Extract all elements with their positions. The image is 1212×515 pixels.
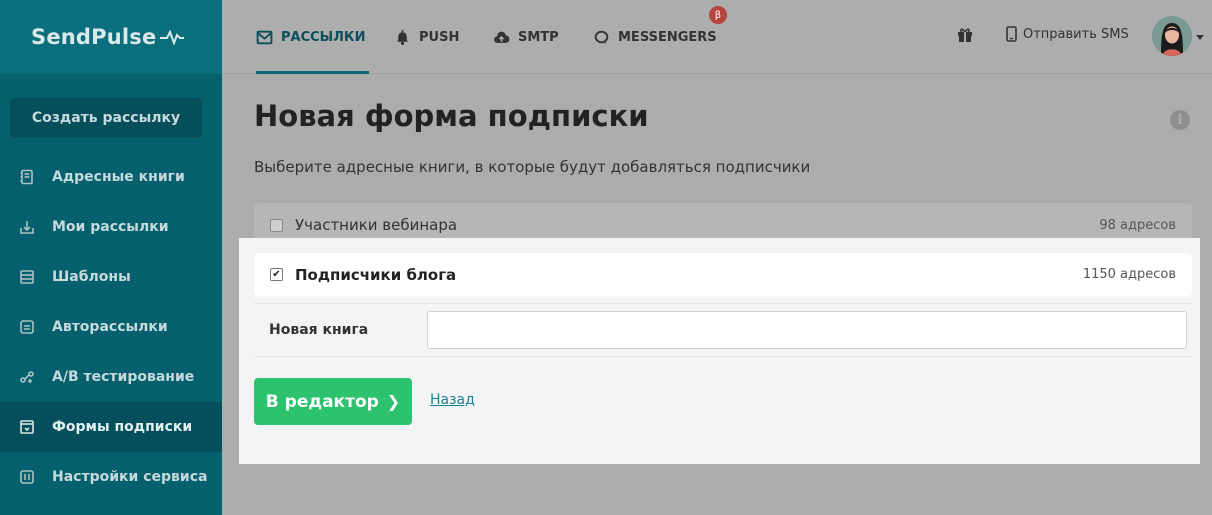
avatar[interactable] <box>1152 16 1192 56</box>
page-title: Новая форма подписки <box>254 99 649 133</box>
sidebar-item-label: Авторассылки <box>52 319 168 335</box>
chat-icon <box>594 30 609 44</box>
sidebar-item-address-books[interactable]: Адресные книги <box>0 152 222 202</box>
sidebar-item-label: Адресные книги <box>52 169 185 185</box>
sidebar-item-label: A/B тестирование <box>52 369 195 385</box>
address-book-icon <box>18 168 36 186</box>
sidebar-item-label: Мои рассылки <box>52 219 169 235</box>
new-book-input[interactable] <box>427 311 1187 349</box>
back-link[interactable]: Назад <box>430 392 475 408</box>
page-subtitle: Выберите адресные книги, в которые будут… <box>254 158 811 176</box>
sidebar-item-ab-testing[interactable]: A/B тестирование <box>0 352 222 402</box>
sidebar-item-automation[interactable]: Авторассылки <box>0 302 222 352</box>
phone-icon <box>1006 26 1017 42</box>
settings-icon <box>18 468 36 486</box>
beta-badge: β <box>709 6 727 24</box>
sidebar: SendPulse Создать рассылку Адресные книг… <box>0 0 222 515</box>
address-book-row[interactable]: ✔ Подписчики блога 1150 адресов <box>254 253 1192 296</box>
tab-smtp[interactable]: SMTP <box>493 0 559 74</box>
tab-mailings[interactable]: РАССЫЛКИ <box>256 0 369 74</box>
send-sms-link[interactable]: Отправить SMS <box>1006 26 1129 42</box>
new-book-row: Новая книга <box>254 303 1192 357</box>
mail-icon <box>256 30 273 44</box>
sidebar-item-templates[interactable]: Шаблоны <box>0 252 222 302</box>
send-sms-label: Отправить SMS <box>1023 26 1129 42</box>
templates-icon <box>18 268 36 286</box>
logo-text: SendPulse <box>31 25 157 49</box>
top-navigation: РАССЫЛКИ PUSH SMTP MESSENGERS β Отправит… <box>222 0 1212 74</box>
sidebar-item-label: Настройки сервиса <box>52 469 208 485</box>
tab-label: SMTP <box>518 29 559 45</box>
pulse-icon <box>160 29 185 45</box>
sidebar-item-subscription-forms[interactable]: Формы подписки <box>0 402 222 452</box>
new-book-label: Новая книга <box>269 322 369 338</box>
book-name: Участники вебинара <box>295 216 458 234</box>
mailing-icon <box>18 218 36 236</box>
subscription-form-icon <box>18 418 36 436</box>
tab-messengers[interactable]: MESSENGERS <box>593 0 717 74</box>
tab-label: MESSENGERS <box>618 29 717 45</box>
info-icon[interactable]: i <box>1170 110 1190 130</box>
sidebar-item-service-settings[interactable]: Настройки сервиса <box>0 452 222 502</box>
user-avatar-image <box>1152 16 1192 56</box>
create-mailing-button[interactable]: Создать рассылку <box>10 98 202 138</box>
book-count: 1150 адресов <box>1082 267 1176 282</box>
sidebar-item-label: Шаблоны <box>52 269 131 285</box>
tab-push[interactable]: PUSH <box>394 0 459 74</box>
tab-label: PUSH <box>419 29 460 45</box>
to-editor-label: В редактор <box>265 391 379 412</box>
bell-icon <box>397 29 408 45</box>
sidebar-item-label: Формы подписки <box>52 419 193 435</box>
to-editor-button[interactable]: В редактор ❯ <box>254 378 412 425</box>
chevron-down-icon[interactable] <box>1196 35 1204 40</box>
logo[interactable]: SendPulse <box>0 0 222 74</box>
book-checkbox[interactable] <box>270 218 283 232</box>
book-count: 98 адресов <box>1099 217 1176 233</box>
ab-test-icon <box>18 368 36 386</box>
sidebar-item-my-mailings[interactable]: Мои рассылки <box>0 202 222 252</box>
cloud-upload-icon <box>494 31 510 43</box>
automation-icon <box>18 318 36 336</box>
chevron-right-icon: ❯ <box>386 392 401 411</box>
book-name: Подписчики блога <box>295 265 457 284</box>
gift-icon[interactable] <box>956 25 974 43</box>
tab-label: РАССЫЛКИ <box>281 29 366 45</box>
book-checkbox-checked[interactable]: ✔ <box>270 268 283 281</box>
sidebar-nav: Адресные книги Мои рассылки Шаблоны Авто… <box>0 152 222 502</box>
